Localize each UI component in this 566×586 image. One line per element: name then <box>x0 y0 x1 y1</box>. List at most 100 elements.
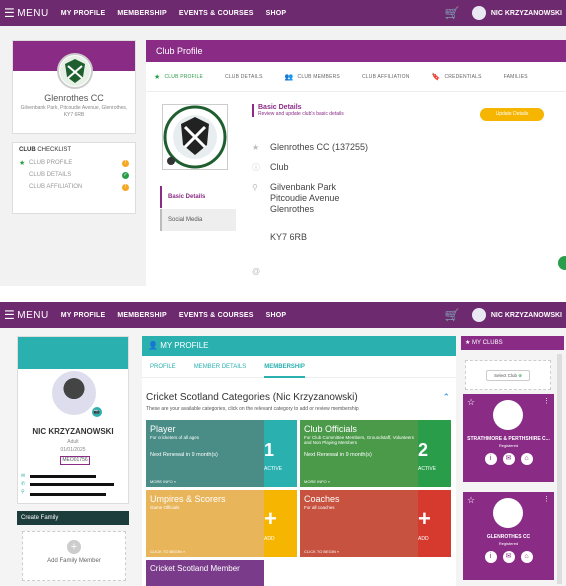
menu-button[interactable]: ☰ MENU <box>0 308 49 322</box>
home-icon[interactable]: ⌂ <box>520 453 533 465</box>
user-avatar[interactable] <box>471 308 486 322</box>
nav-events-courses[interactable]: EVENTS & COURSES <box>179 312 254 319</box>
star-outline-icon[interactable]: ☆ <box>467 397 475 408</box>
avatar <box>50 369 98 417</box>
redacted-phone <box>30 483 114 486</box>
categories-title: Cricket Scotland Categories (Nic Krzyzan… <box>146 392 358 403</box>
chevron-up-icon[interactable]: ⌃ <box>442 392 450 403</box>
check-icon: ✓ <box>122 171 129 179</box>
page-title: Club Profile <box>146 40 566 62</box>
nav-membership[interactable]: MEMBERSHIP <box>117 312 166 319</box>
checklist-item[interactable]: CLUB AFFILIATION ! <box>19 181 129 193</box>
profile-card: 📷 NIC KRZYZANOWSKI Adult 01/01/2025 MEO0… <box>17 336 129 504</box>
cart-icon[interactable]: 🛒 <box>445 308 460 322</box>
user-menu[interactable]: NIC KRZYZANOWSKI <box>491 10 562 17</box>
cart-icon[interactable]: 🛒 <box>445 6 460 20</box>
profile-tabs: PROFILE MEMBER DETAILS MEMBERSHIP <box>142 356 456 378</box>
sidenav-social-media[interactable]: Social Media <box>160 209 236 231</box>
club-crest-image[interactable] <box>162 104 228 170</box>
club-crest <box>493 498 523 528</box>
membership-screen: 📷 NIC KRZYZANOWSKI Adult 01/01/2025 MEO0… <box>0 328 566 586</box>
active-count: 1 <box>264 440 275 460</box>
warning-icon: ! <box>122 183 129 191</box>
tab-profile[interactable]: PROFILE <box>150 356 176 378</box>
mail-icon[interactable]: ✉ <box>502 453 515 465</box>
tab-club-affiliation[interactable]: CLUB AFFILIATION <box>362 74 410 80</box>
checklist-item[interactable]: CLUB DETAILS ✓ <box>19 169 129 181</box>
club-address: Gilvenbank Park, Pitcoudie Avenue, Glenr… <box>20 105 128 118</box>
add-label: ADD <box>264 536 275 542</box>
select-club-area: Select Club ⊕ <box>465 360 551 390</box>
info-icon[interactable]: i <box>484 551 497 563</box>
club-crest <box>493 400 523 430</box>
star-icon: ★ <box>252 143 260 152</box>
star-outline-icon[interactable]: ☆ <box>467 495 475 506</box>
category-tile-coaches[interactable]: Coaches For all coaches CLICK TO BEGIN »… <box>300 490 451 557</box>
club-name: Glenrothes CC <box>44 93 104 103</box>
click-to-begin-link[interactable]: CLICK TO BEGIN » <box>150 549 185 554</box>
user-avatar[interactable] <box>471 6 486 20</box>
more-options-icon[interactable]: ⋮ <box>543 397 550 405</box>
club-sidebar: Glenrothes CC Gilvenbank Park, Pitcoudie… <box>12 40 136 250</box>
club-profile-screen: Glenrothes CC Gilvenbank Park, Pitcoudie… <box>0 26 566 286</box>
tab-club-details[interactable]: CLUB DETAILS <box>225 74 263 80</box>
update-details-button[interactable]: Update Details <box>480 108 544 121</box>
scrollbar[interactable] <box>557 354 562 584</box>
nav-membership[interactable]: MEMBERSHIP <box>117 10 166 17</box>
club-card-strathmore[interactable]: ☆ ⋮ STRATHMORE & PERTHSHIRE C... Registe… <box>463 394 554 482</box>
nav-events-courses[interactable]: EVENTS & COURSES <box>179 10 254 17</box>
home-icon[interactable]: ⌂ <box>520 551 533 563</box>
more-info-link[interactable]: MORE INFO » <box>304 479 330 484</box>
checklist-item[interactable]: ★ CLUB PROFILE ! <box>19 157 129 169</box>
click-to-begin-link[interactable]: CLICK TO BEGIN » <box>304 549 339 554</box>
tab-member-details[interactable]: MEMBER DETAILS <box>194 356 247 378</box>
category-tile-player[interactable]: Player For cricketers of all ages Next R… <box>146 420 297 487</box>
add-family-member-button[interactable]: + Add Family Member <box>22 531 126 581</box>
nav-my-profile[interactable]: MY PROFILE <box>61 10 106 17</box>
active-count: 2 <box>418 440 429 460</box>
mail-icon[interactable]: ✉ <box>502 551 515 563</box>
floating-action-button[interactable] <box>558 256 566 270</box>
tab-credentials[interactable]: 🔖 CREDENTIALS <box>432 73 482 81</box>
info-icon[interactable]: i <box>484 453 497 465</box>
club-card-glenrothes[interactable]: ☆ ⋮ GLENROTHES CC Registered i ✉ ⌂ <box>463 492 554 580</box>
my-clubs-title: ★ MY CLUBS <box>461 336 564 350</box>
menu-button[interactable]: ☰ MENU <box>0 6 49 20</box>
plus-icon: + <box>264 506 277 531</box>
more-info-link[interactable]: MORE INFO » <box>150 479 176 484</box>
user-menu[interactable]: NIC KRZYZANOWSKI <box>491 312 562 319</box>
email-icon: ✉ <box>21 473 26 479</box>
at-sign-icon: @ <box>252 267 261 276</box>
phone-icon: ✆ <box>21 481 26 487</box>
create-family-header: Create Family <box>17 511 129 525</box>
tab-club-members[interactable]: 👥 CLUB MEMBERS <box>285 73 340 81</box>
nav-shop[interactable]: SHOP <box>266 10 287 17</box>
tab-families[interactable]: FAMILIES <box>504 74 528 80</box>
location-pin-icon: ⚲ <box>21 489 25 495</box>
redacted-address <box>30 493 106 496</box>
category-tile-umpires-scorers[interactable]: Umpires & Scorers Game Officials CLICK T… <box>146 490 297 557</box>
club-profile-panel: Club Profile ★ CLUB PROFILE CLUB DETAILS … <box>146 40 566 286</box>
info-icon: ⓘ <box>252 163 260 172</box>
nav-shop[interactable]: SHOP <box>266 312 287 319</box>
categories-subtitle: These are your available categories, cli… <box>146 406 359 412</box>
tab-club-profile[interactable]: ★ CLUB PROFILE <box>154 73 203 81</box>
star-icon: ★ <box>154 73 161 81</box>
select-club-button[interactable]: Select Club ⊕ <box>486 370 530 381</box>
phone-icon: ✆ <box>252 284 264 286</box>
plus-icon: ⊕ <box>518 373 523 378</box>
star-icon: ★ <box>19 160 26 167</box>
redacted-email <box>30 475 96 478</box>
category-tile-cricket-scotland-member[interactable]: Cricket Scotland Member <box>146 560 297 586</box>
camera-icon[interactable]: 📷 <box>92 407 102 417</box>
plus-icon: + <box>67 540 81 554</box>
hamburger-icon: ☰ <box>4 308 16 322</box>
club-type-value: Club <box>270 162 289 172</box>
more-options-icon[interactable]: ⋮ <box>543 495 550 503</box>
sidenav-basic-details[interactable]: Basic Details <box>160 186 236 208</box>
nav-my-profile[interactable]: MY PROFILE <box>61 312 106 319</box>
tab-membership[interactable]: MEMBERSHIP <box>264 356 305 378</box>
club-checklist: CLUB CHECKLIST ★ CLUB PROFILE ! CLUB DET… <box>12 142 136 214</box>
category-tile-club-officials[interactable]: Club Officials For Club Committee Member… <box>300 420 451 487</box>
bookmark-icon: 🔖 <box>431 73 441 81</box>
